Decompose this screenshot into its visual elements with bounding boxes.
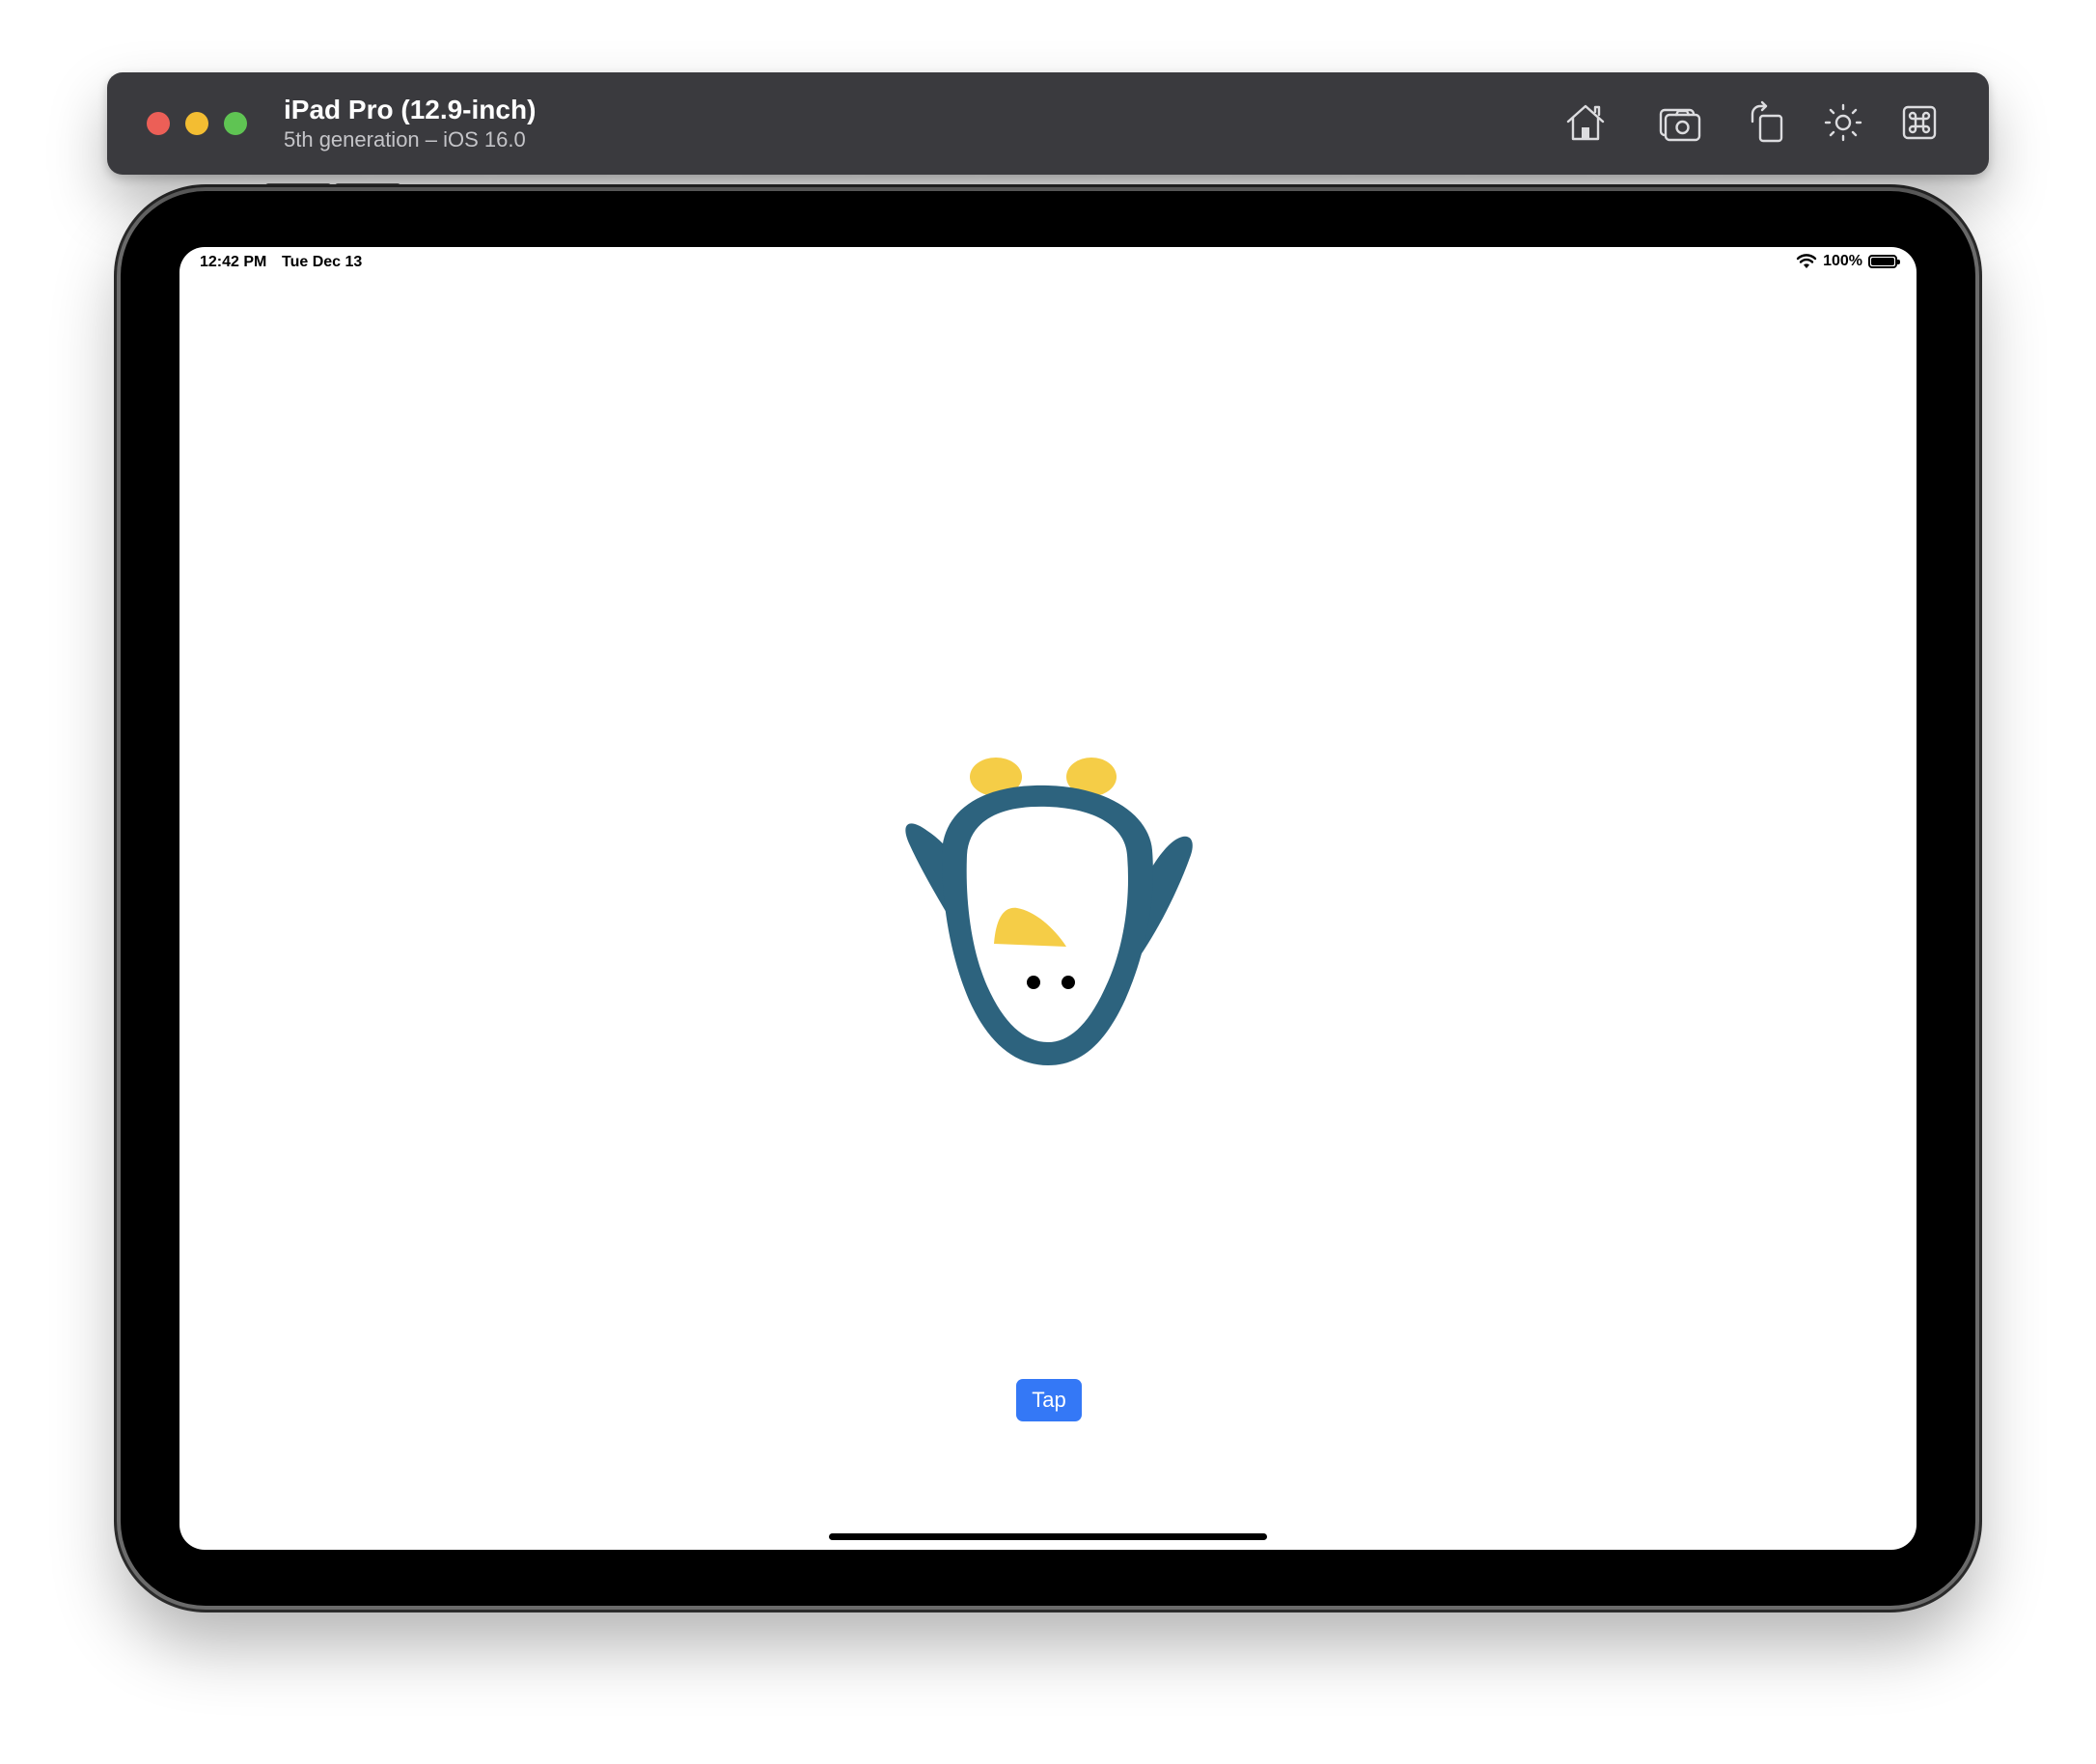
device-screen[interactable]: 12:42 PM Tue Dec 13 100% Tap xyxy=(179,247,1917,1550)
close-window-button[interactable] xyxy=(147,112,170,135)
status-time: 12:42 PM xyxy=(200,254,267,270)
volume-button xyxy=(335,183,400,189)
battery-percentage: 100% xyxy=(1823,253,1862,269)
battery-icon xyxy=(1868,255,1900,268)
home-indicator[interactable] xyxy=(829,1533,1267,1540)
penguin-eye-left xyxy=(1027,976,1040,989)
tap-button[interactable]: Tap xyxy=(1016,1379,1082,1421)
wifi-icon xyxy=(1796,253,1817,270)
rotate-icon[interactable] xyxy=(1745,100,1789,145)
status-date: Tue Dec 13 xyxy=(282,254,363,270)
status-indicators: 100% xyxy=(1796,253,1900,270)
penguin-eye-right xyxy=(1062,976,1075,989)
device-name: iPad Pro (12.9-inch) xyxy=(284,95,537,124)
penguin-illustration xyxy=(905,758,1193,1065)
device-subtitle: 5th generation – iOS 16.0 xyxy=(284,127,526,152)
appearance-icon[interactable] xyxy=(1821,100,1865,145)
zoom-window-button[interactable] xyxy=(224,112,247,135)
screenshot-icon[interactable] xyxy=(1658,100,1702,145)
minimize-window-button[interactable] xyxy=(185,112,208,135)
command-icon[interactable] xyxy=(1897,100,1942,145)
simulator-stage: iPad Pro (12.9-inch) 5th generation – iO… xyxy=(0,0,2096,1764)
volume-button xyxy=(265,183,331,189)
home-icon[interactable] xyxy=(1563,100,1608,145)
